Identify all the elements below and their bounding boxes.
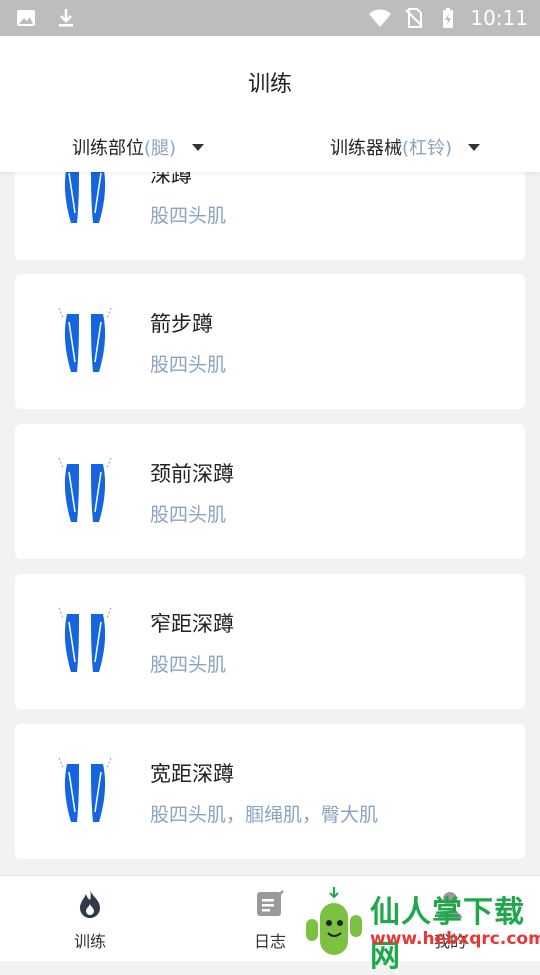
exercise-list[interactable]: 深蹲 股四头肌 箭步蹲 股四头肌 颈前深蹲 股四头肌 窄距深蹲 股四头肌 宽距深… <box>0 172 540 875</box>
watermark-url: www.hebxqrc.com <box>370 929 540 949</box>
tab-label: 训练 <box>73 932 106 951</box>
status-bar: 10:11 <box>0 0 540 36</box>
exercise-card[interactable]: 箭步蹲 股四头肌 <box>15 274 525 409</box>
caret-down-icon <box>192 143 205 151</box>
flame-icon <box>80 890 100 918</box>
filter-label: 训练器械 <box>330 138 402 159</box>
filter-value: (腿) <box>144 138 177 159</box>
equipment-filter[interactable]: 训练器械 (杠铃) <box>330 134 481 160</box>
exercise-name: 颈前深蹲 <box>150 462 234 486</box>
leg-muscle-icon <box>58 457 112 522</box>
target-muscle: 股四头肌 <box>150 504 227 526</box>
exercise-name: 深蹲 <box>150 172 192 187</box>
leg-muscle-icon <box>58 307 112 372</box>
exercise-card[interactable]: 颈前深蹲 股四头肌 <box>15 424 525 559</box>
exercise-name: 宽距深蹲 <box>150 762 234 786</box>
body-part-filter[interactable]: 训练部位 (腿) <box>72 134 205 160</box>
image-icon <box>17 10 35 26</box>
caret-down-icon <box>468 143 481 151</box>
tab-training[interactable]: 训练 <box>40 888 140 952</box>
battery-charging-icon <box>443 8 454 28</box>
target-muscle: 股四头肌 <box>150 654 227 676</box>
app-header: 训练 训练部位 (腿) 训练器械 (杠铃) <box>0 36 540 172</box>
filter-value: (杠铃) <box>402 138 453 159</box>
exercise-name: 箭步蹲 <box>150 312 213 336</box>
target-muscle: 股四头肌，腘绳肌，臀大肌 <box>150 804 379 826</box>
leg-muscle-icon <box>58 607 112 672</box>
target-muscle: 股四头肌 <box>150 354 227 376</box>
site-watermark: 仙人掌下载网 www.hebxqrc.com <box>300 885 540 974</box>
page-title: 训练 <box>247 72 292 97</box>
exercise-card[interactable]: 深蹲 股四头肌 <box>15 172 525 260</box>
no-sim-icon <box>405 8 424 28</box>
filter-label: 训练部位 <box>72 138 144 159</box>
leg-muscle-icon <box>58 757 112 822</box>
exercise-card[interactable]: 宽距深蹲 股四头肌，腘绳肌，臀大肌 <box>15 724 525 859</box>
notes-icon <box>257 890 284 916</box>
target-muscle: 股四头肌 <box>150 205 227 227</box>
cactus-logo-icon <box>306 887 362 955</box>
exercise-card[interactable]: 窄距深蹲 股四头肌 <box>15 574 525 709</box>
exercise-name: 窄距深蹲 <box>150 612 234 636</box>
status-time: 10:11 <box>470 6 528 30</box>
leg-muscle-icon <box>64 172 106 223</box>
download-icon <box>59 9 73 27</box>
wifi-icon <box>369 9 392 27</box>
